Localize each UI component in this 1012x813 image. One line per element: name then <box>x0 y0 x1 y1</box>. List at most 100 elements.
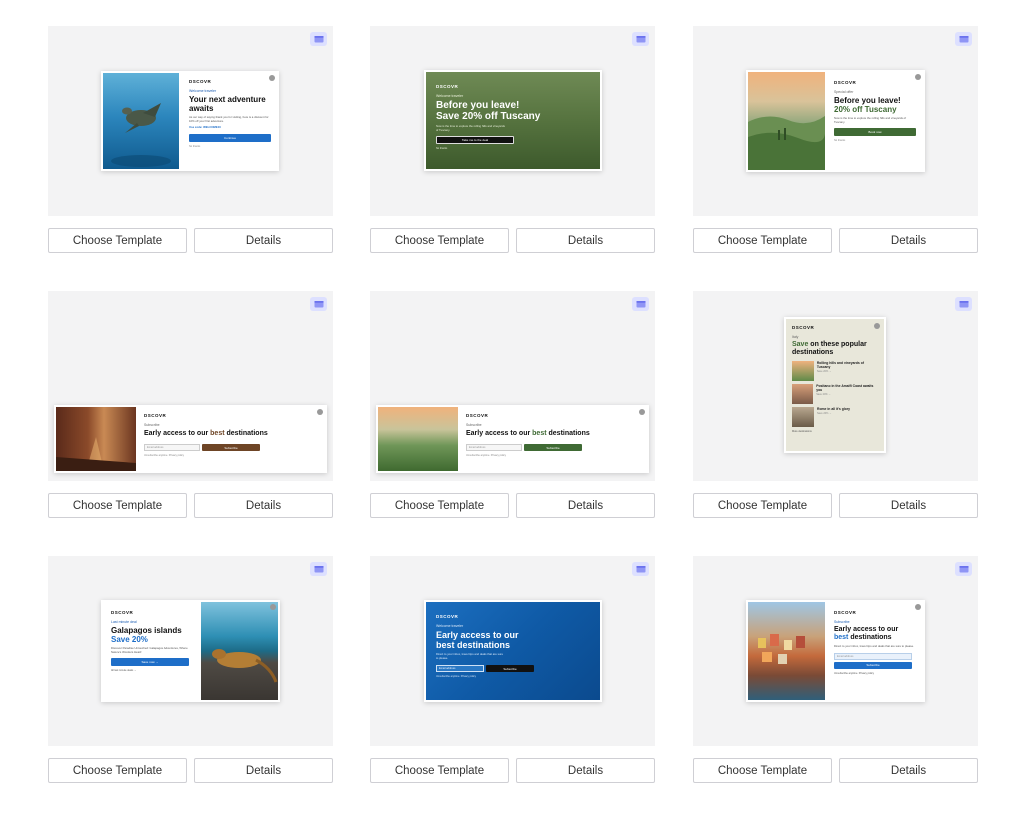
template-preview[interactable]: DSCOVR Subscribe Early access to our bes… <box>48 291 333 481</box>
subscribe-button: Subscribe <box>202 444 260 451</box>
tuscany-photo <box>748 72 825 170</box>
brand-logo: DSCOVR <box>792 325 815 330</box>
close-icon <box>269 75 275 81</box>
popup-title: Galapagos islands <box>111 626 182 635</box>
destination-sub: Save 20% → <box>817 412 832 415</box>
template-card-6: DSCOVR Italy Save on these popular desti… <box>693 291 978 518</box>
brand-logo: DSCOVR <box>144 413 167 418</box>
template-preview[interactable]: DSCOVR Last minute deal Galapagos island… <box>48 556 333 746</box>
popup-note: Unsubscribe anytime. Privacy policy <box>144 454 185 457</box>
details-button[interactable]: Details <box>516 228 655 253</box>
choose-template-button[interactable]: Choose Template <box>370 493 509 518</box>
template-preview[interactable]: DSCOVR Welcome traveler Before you leave… <box>370 26 655 216</box>
popup-eyebrow: Subscribe <box>466 423 482 427</box>
close-icon <box>915 604 921 610</box>
template-card-9: DSCOVR Subscribe Early access to our bes… <box>693 556 978 783</box>
destination-thumb <box>792 361 814 381</box>
choose-template-button[interactable]: Choose Template <box>48 228 187 253</box>
destination-list: Rolling hills and vineyards of Tuscany Sa… <box>792 361 878 427</box>
choose-template-button[interactable]: Choose Template <box>48 758 187 783</box>
popup-title-line2: best destinations <box>834 634 892 641</box>
popup-title-line1: Early access to our <box>436 630 519 640</box>
popup-mockup: DSCOVR Welcome traveler Before you leave… <box>424 70 602 171</box>
popup-mockup: DSCOVR Subscribe Early access to our bes… <box>376 405 649 473</box>
popup-mockup: DSCOVR Welcome traveler Your next advent… <box>101 71 279 171</box>
popup-body: Discover Paradise Untouched: Galapagos A… <box>111 646 188 654</box>
list-item: Rome in all it's glory Save 20% → <box>792 407 878 427</box>
canyon-photo <box>56 407 136 471</box>
popup-cta: Book now <box>834 128 916 137</box>
template-preview[interactable]: DSCOVR Italy Save on these popular desti… <box>693 291 978 481</box>
template-preview[interactable]: DSCOVR Welcome traveler Early access to … <box>370 556 655 746</box>
template-preview[interactable]: DSCOVR Subscribe Early access to our bes… <box>693 556 978 746</box>
template-card-7: DSCOVR Last minute deal Galapagos island… <box>48 556 333 783</box>
popup-eyebrow: Welcome traveler <box>436 94 464 98</box>
details-button[interactable]: Details <box>194 493 333 518</box>
popup-eyebrow: Welcome traveler <box>189 89 217 93</box>
popup-title: Early access to our best destinations <box>144 430 268 437</box>
popup-title-line2: 20% off Tuscany <box>834 105 897 114</box>
close-icon <box>874 323 880 329</box>
popup-eyebrow: Subscribe <box>834 620 850 624</box>
popup-note: Unsubscribe anytime. Privacy policy <box>834 671 875 675</box>
choose-template-button[interactable]: Choose Template <box>48 493 187 518</box>
iguana-photo <box>201 602 278 700</box>
close-icon <box>915 74 921 80</box>
destination-title: Positano in the Amalfi Coast awaits you <box>816 384 874 392</box>
close-icon <box>639 409 645 415</box>
template-card-8: DSCOVR Welcome traveler Early access to … <box>370 556 655 783</box>
popup-note: Unsubscribe anytime. Privacy policy <box>436 675 477 679</box>
last-minute-link: All last minute deals → <box>111 669 137 673</box>
close-icon <box>270 604 276 610</box>
choose-template-button[interactable]: Choose Template <box>370 228 509 253</box>
popup-mockup: DSCOVR Italy Save on these popular desti… <box>784 317 886 453</box>
template-type-icon <box>632 562 649 576</box>
email-field: Email address <box>144 444 200 451</box>
details-button[interactable]: Details <box>516 493 655 518</box>
details-button[interactable]: Details <box>194 758 333 783</box>
popup-mockup: DSCOVR Welcome traveler Early access to … <box>424 600 602 702</box>
email-field: Email address <box>466 444 522 451</box>
popup-body: Now is the time to explore the rolling h… <box>436 124 505 132</box>
brand-logo: DSCOVR <box>189 79 212 84</box>
popup-title-line2: best destinations <box>436 640 511 650</box>
destination-thumb <box>792 384 814 404</box>
popup-title-line1: Before you leave! <box>436 100 520 111</box>
popup-mockup: DSCOVR Last minute deal Galapagos island… <box>101 600 280 702</box>
popup-eyebrow: Welcome traveler <box>436 624 464 628</box>
template-type-icon <box>632 297 649 311</box>
details-button[interactable]: Details <box>839 493 978 518</box>
details-button[interactable]: Details <box>839 228 978 253</box>
popup-eyebrow: Special offer <box>834 90 854 94</box>
destination-sub: Save 20% → <box>816 393 831 396</box>
template-card-5: DSCOVR Subscribe Early access to our bes… <box>370 291 655 518</box>
popup-title: Save on these popular destinations <box>792 341 867 356</box>
popup-body: Direct to your inbox, travel tips and de… <box>436 652 504 660</box>
popup-dismiss: No thanks <box>436 147 448 151</box>
choose-template-button[interactable]: Choose Template <box>693 758 832 783</box>
template-preview[interactable]: DSCOVR Subscribe Early access to our bes… <box>370 291 655 481</box>
popup-mockup: DSCOVR Special offer Before you leave! 2… <box>746 70 925 172</box>
popup-title-line2: Save 20% off Tuscany <box>436 111 541 122</box>
choose-template-button[interactable]: Choose Template <box>693 228 832 253</box>
popup-eyebrow: Subscribe <box>144 423 160 427</box>
list-item: Rolling hills and vineyards of Tuscany Sa… <box>792 361 878 381</box>
template-preview[interactable]: DSCOVR Special offer Before you leave! 2… <box>693 26 978 216</box>
details-button[interactable]: Details <box>516 758 655 783</box>
details-button[interactable]: Details <box>194 228 333 253</box>
popup-cta: Take me to the deal <box>436 136 514 145</box>
destination-sub: Save 20% → <box>816 370 832 373</box>
close-icon <box>317 409 323 415</box>
details-button[interactable]: Details <box>839 758 978 783</box>
template-type-icon <box>310 297 327 311</box>
template-type-icon <box>955 32 972 46</box>
choose-template-button[interactable]: Choose Template <box>370 758 509 783</box>
template-type-icon <box>955 297 972 311</box>
popup-title: Early access to our best destinations <box>466 430 590 437</box>
popup-title-line1: Early access to our <box>834 626 899 633</box>
template-preview[interactable]: DSCOVR Welcome traveler Your next advent… <box>48 26 333 216</box>
template-card-2: DSCOVR Welcome traveler Before you leave… <box>370 26 655 253</box>
choose-template-button[interactable]: Choose Template <box>693 493 832 518</box>
popup-body: Direct to your inbox, travel tips and de… <box>834 644 914 648</box>
more-destinations-link: More destinations <box>792 430 812 433</box>
